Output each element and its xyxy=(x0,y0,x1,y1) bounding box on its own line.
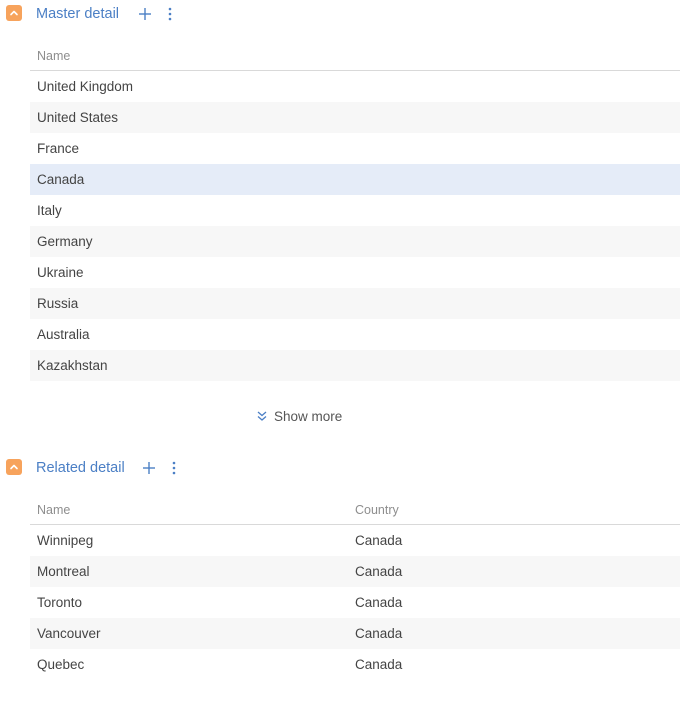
table-row[interactable]: Ukraine xyxy=(30,257,680,288)
master-add-button[interactable] xyxy=(137,5,153,23)
cell-name: France xyxy=(37,141,80,156)
related-detail-section: Related detail Name Country Winnipeg Can… xyxy=(0,454,697,672)
cell-country: Canada xyxy=(355,595,403,610)
master-collapse-button[interactable] xyxy=(6,5,22,21)
cell-name: Germany xyxy=(37,234,93,249)
cell-country: Canada xyxy=(355,657,403,672)
master-menu-button[interactable] xyxy=(162,5,178,23)
cell-name: Canada xyxy=(37,172,85,187)
related-menu-button[interactable] xyxy=(166,459,182,477)
table-row[interactable]: Montreal Canada xyxy=(30,556,680,587)
related-add-button[interactable] xyxy=(141,459,157,477)
table-row-selected[interactable]: Canada xyxy=(30,164,680,195)
table-row[interactable]: Quebec Canada xyxy=(30,649,680,680)
related-detail-title[interactable]: Related detail xyxy=(36,460,125,476)
table-row[interactable]: Vancouver Canada xyxy=(30,618,680,649)
related-grid-header: Name Country xyxy=(30,494,680,525)
column-header-country[interactable]: Country xyxy=(355,503,399,517)
table-row[interactable]: United Kingdom xyxy=(30,71,680,102)
cell-name: Montreal xyxy=(37,564,90,579)
table-row[interactable]: Winnipeg Canada xyxy=(30,525,680,556)
master-detail-section: Master detail Name United Kingdom United… xyxy=(0,0,697,424)
table-row[interactable]: Germany xyxy=(30,226,680,257)
kebab-menu-icon xyxy=(172,461,176,475)
related-collapse-button[interactable] xyxy=(6,459,22,475)
table-row[interactable]: France xyxy=(30,133,680,164)
kebab-menu-icon xyxy=(168,7,172,21)
cell-name: Toronto xyxy=(37,595,83,610)
cell-name: Vancouver xyxy=(37,626,101,641)
show-more-label: Show more xyxy=(274,408,343,424)
plus-icon xyxy=(139,8,151,20)
double-chevron-down-icon xyxy=(257,411,267,421)
table-row[interactable]: Russia xyxy=(30,288,680,319)
cell-name: Russia xyxy=(37,296,79,311)
plus-icon xyxy=(143,462,155,474)
chevron-up-icon xyxy=(10,10,18,16)
table-row[interactable]: Italy xyxy=(30,195,680,226)
table-row[interactable]: Toronto Canada xyxy=(30,587,680,618)
master-detail-title[interactable]: Master detail xyxy=(36,6,119,22)
master-grid-header: Name xyxy=(30,40,680,71)
master-detail-header: Master detail xyxy=(0,0,697,28)
cell-name: Quebec xyxy=(37,657,85,672)
cell-country: Canada xyxy=(355,533,403,548)
show-more-button[interactable]: Show more xyxy=(256,406,342,426)
table-row[interactable]: Kazakhstan xyxy=(30,350,680,381)
cell-name: Italy xyxy=(37,203,62,218)
related-grid: Name Country Winnipeg Canada Montreal Ca… xyxy=(30,494,680,680)
related-detail-header: Related detail xyxy=(0,454,697,482)
cell-name: Winnipeg xyxy=(37,533,94,548)
table-row[interactable]: United States xyxy=(30,102,680,133)
cell-name: United States xyxy=(37,110,119,125)
column-header-name[interactable]: Name xyxy=(37,503,70,517)
cell-country: Canada xyxy=(355,564,403,579)
cell-name: Australia xyxy=(37,327,90,342)
chevron-up-icon xyxy=(10,464,18,470)
column-header-name[interactable]: Name xyxy=(37,49,70,63)
master-grid: Name United Kingdom United States France… xyxy=(30,40,680,381)
cell-name: United Kingdom xyxy=(37,79,134,94)
cell-name: Ukraine xyxy=(37,265,84,280)
cell-name: Kazakhstan xyxy=(37,358,108,373)
cell-country: Canada xyxy=(355,626,403,641)
table-row[interactable]: Australia xyxy=(30,319,680,350)
